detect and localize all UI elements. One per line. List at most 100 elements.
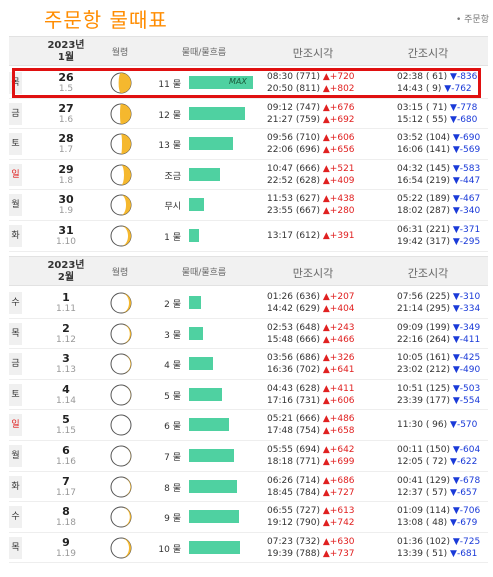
top-header: 주문항 물때표 • 주문항 [0, 0, 493, 34]
tide-diff: ▼-554 [452, 395, 481, 406]
lunar-date: 1.6 [58, 114, 74, 125]
low-tide-entry: 00:11 (150) ▼-604 [397, 444, 480, 456]
tide-label: 12 물 [158, 110, 181, 121]
high-tide-entry: 04:43 (628) ▲+411 [267, 383, 355, 395]
tide-diff: ▼-725 [452, 536, 481, 547]
tide-strength-bar [189, 387, 223, 401]
tide-diff: ▼-570 [450, 420, 478, 431]
tide-label: 7 물 [164, 452, 181, 463]
tide-level: (129) [425, 475, 451, 486]
header-tide: 물때/물흐름 [181, 268, 227, 278]
tide-strength-bar [189, 479, 237, 493]
low-tide-entry: 03:15 ( 71) ▼-778 [397, 102, 477, 114]
tide-level: (114) [425, 506, 451, 517]
tide-level: ( 72) [425, 456, 448, 467]
tide-diff: ▼-778 [450, 102, 478, 113]
low-tide-entry: 12:37 ( 57) ▼-657 [397, 487, 477, 499]
tide-diff: ▲+606 [322, 395, 355, 406]
low-tide-entry: 22:16 (264) ▼-411 [397, 334, 480, 346]
table-rows: 목 26 1.5 11 물 MAX 08:30 (771) ▲+720 20:50 (811… [9, 68, 488, 252]
page-title: 주문항 물때표 [44, 8, 168, 32]
tide-level: (125) [425, 383, 451, 394]
tide-diff: ▼-569 [452, 145, 481, 156]
tide-time: 03:15 [397, 102, 423, 113]
moon-phase-icon [110, 194, 132, 216]
low-tide-entry: 07:56 (225) ▼-310 [397, 291, 480, 303]
location-label[interactable]: • 주문항 [456, 12, 489, 25]
weekday-label: 월 [9, 194, 22, 217]
tide-strength-bar [189, 228, 199, 242]
table-row[interactable]: 토 28 1.7 13 물 09:56 (710) ▲+606 22:06 (696) ▲… [9, 129, 488, 160]
header-month: 2월 [57, 272, 75, 283]
tide-level: ( 96) [425, 420, 448, 431]
tide-diff: ▲+606 [322, 133, 355, 144]
tide-strength-bar [189, 167, 220, 181]
high-tide-entry: 11:53 (627) ▲+438 [267, 193, 355, 205]
tide-diff: ▲+243 [322, 322, 355, 333]
tide-time: 13:08 [397, 518, 423, 529]
weekday-label: 금 [9, 102, 22, 125]
tide-diff: ▼-678 [452, 475, 481, 486]
lunar-date: 1.18 [55, 518, 77, 529]
day-number: 2 [62, 321, 70, 335]
table-row[interactable]: 수 1 1.11 2 물 01:26 (636) ▲+207 14:42 (629) ▲+… [9, 288, 488, 319]
tide-level: (104) [425, 133, 451, 144]
lunar-date: 1.7 [58, 145, 74, 156]
tide-level: (759) [295, 114, 321, 125]
table-row[interactable]: 월 30 1.9 무시 11:53 (627) ▲+438 23:55 (667) ▲+2… [9, 190, 488, 221]
lunar-date: 1.12 [55, 334, 77, 345]
tide-label: 1 물 [164, 232, 181, 243]
tide-level: (666) [295, 334, 321, 345]
tide-level: (727) [295, 506, 321, 517]
day-number: 6 [62, 443, 70, 457]
header-high-tide: 만조시각 [292, 267, 334, 280]
table-row[interactable]: 월 6 1.16 7 물 05:55 (694) ▲+642 18:18 (771) ▲+… [9, 441, 488, 472]
tide-strength-bar [189, 448, 234, 462]
table-row[interactable]: 금 3 1.13 4 물 03:56 (686) ▲+326 16:36 (702) ▲+… [9, 349, 488, 380]
tide-time: 10:51 [397, 383, 423, 394]
table-row[interactable]: 일 5 1.15 6 물 05:21 (666) ▲+486 17:48 (754) ▲+… [9, 410, 488, 441]
table-row[interactable]: 금 27 1.6 12 물 09:12 (747) ▲+676 21:27 (759) ▲… [9, 99, 488, 130]
table-row[interactable]: 목 26 1.5 11 물 MAX 08:30 (771) ▲+720 20:50 (811… [9, 68, 488, 99]
tide-level: (145) [425, 163, 451, 174]
weekday-label: 수 [9, 506, 22, 529]
weekday-label: 일 [9, 163, 22, 186]
tide-strength-bar [189, 326, 204, 340]
tide-time: 17:16 [267, 395, 293, 406]
tide-time: 09:09 [397, 322, 423, 333]
tide-diff: ▼-310 [452, 292, 481, 302]
table-row[interactable]: 수 8 1.18 9 물 06:55 (727) ▲+613 19:12 (790) ▲+… [9, 502, 488, 533]
tide-time: 14:43 [397, 84, 423, 94]
tide-level: (666) [295, 163, 321, 174]
tide-level: (264) [425, 334, 451, 345]
low-tide-entry: 16:06 (141) ▼-569 [397, 144, 480, 156]
day-number: 28 [58, 132, 74, 146]
weekday-label: 목 [9, 322, 22, 345]
header-moon: 월령 [111, 48, 129, 58]
low-tide-entry: 00:41 (129) ▼-678 [397, 475, 480, 487]
tide-time: 23:39 [397, 395, 423, 406]
table-row[interactable]: 목 2 1.12 3 물 02:53 (648) ▲+243 15:48 (666) ▲+… [9, 319, 488, 350]
low-tide-entry: 23:02 (212) ▼-490 [397, 364, 480, 376]
weekday-label: 수 [9, 292, 22, 314]
tide-label: 3 물 [164, 330, 181, 341]
header-low-tide: 간조시각 [407, 47, 449, 60]
tide-time: 12:05 [397, 456, 423, 467]
table-row[interactable]: 화 31 1.10 1 물 13:17 (612) ▲+391 06:31 (221) ▼… [9, 221, 488, 252]
weekday-label: 월 [9, 444, 22, 467]
table-row[interactable]: 일 29 1.8 조금 10:47 (666) ▲+521 22:52 (628) ▲+4… [9, 160, 488, 191]
low-tide-entry: 10:51 (125) ▼-503 [397, 383, 480, 395]
tide-time: 07:23 [267, 536, 293, 547]
table-row[interactable]: 토 4 1.14 5 물 04:43 (628) ▲+411 17:16 (731) ▲+… [9, 380, 488, 411]
tide-level: (628) [295, 175, 321, 186]
tide-time: 06:55 [267, 506, 293, 517]
tide-level: ( 55) [425, 114, 448, 125]
low-tide-entry: 09:09 (199) ▼-349 [397, 322, 480, 334]
lunar-date: 1.17 [55, 487, 77, 498]
moon-phase-icon [110, 476, 132, 498]
tide-level: (666) [295, 414, 321, 425]
header-year: 2023년 [47, 260, 85, 271]
table-row[interactable]: 목 9 1.19 10 물 07:23 (732) ▲+630 19:39 (788) ▲… [9, 533, 488, 564]
table-row[interactable]: 화 7 1.17 8 물 06:26 (714) ▲+686 18:45 (784) ▲+… [9, 472, 488, 503]
header-low-tide: 간조시각 [407, 267, 449, 280]
